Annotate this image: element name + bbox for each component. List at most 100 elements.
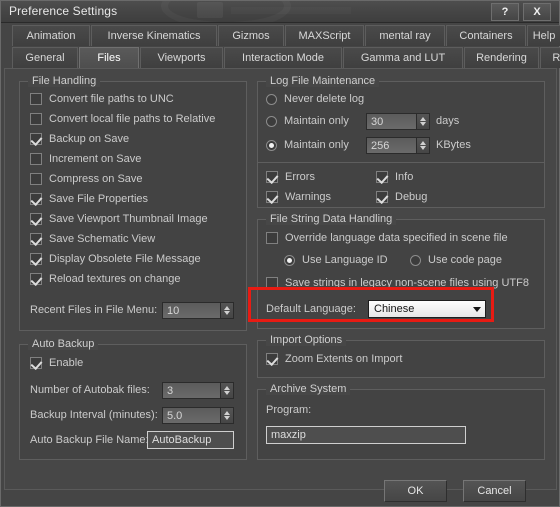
file-handling-checkbox-0[interactable] (30, 93, 42, 105)
log-check-debug[interactable]: Debug (376, 191, 427, 203)
close-button[interactable]: X (523, 3, 551, 21)
autobak-count-row: Number of Autobak files: (30, 384, 150, 396)
log-radio-days[interactable]: Maintain only (266, 115, 349, 127)
file-handling-checkbox-2[interactable] (30, 133, 42, 145)
backup-filename-input[interactable]: AutoBackup (147, 431, 234, 449)
log-check-info-label: Info (395, 171, 414, 183)
backup-interval-spinner[interactable]: 5.0 (162, 407, 234, 424)
default-language-row: Default Language: (266, 303, 356, 315)
tab-general[interactable]: General (12, 47, 78, 68)
auto-backup-enable-checkbox[interactable] (30, 357, 42, 369)
autobak-count-stepper[interactable] (221, 382, 234, 399)
log-check-debug-label: Debug (395, 191, 428, 203)
use-code-page-label: Use code page (428, 254, 502, 266)
file-handling-label-9: Reload textures on change (49, 273, 181, 285)
file-handling-checkbox-7[interactable] (30, 233, 42, 245)
cancel-button[interactable]: Cancel (463, 480, 526, 502)
tab-help[interactable]: Help (527, 25, 560, 46)
file-handling-row-2[interactable]: Backup on Save (30, 133, 129, 145)
file-handling-checkbox-8[interactable] (30, 253, 42, 265)
override-language-row[interactable]: Override language data specified in scen… (266, 232, 508, 244)
log-kbytes-spinner[interactable]: 256 (366, 137, 430, 154)
file-handling-row-7[interactable]: Save Schematic View (30, 233, 155, 245)
file-handling-checkbox-3[interactable] (30, 153, 42, 165)
file-handling-row-4[interactable]: Compress on Save (30, 173, 143, 185)
file-handling-checkbox-6[interactable] (30, 213, 42, 225)
file-handling-row-3[interactable]: Increment on Save (30, 153, 141, 165)
file-handling-row-0[interactable]: Convert file paths to UNC (30, 93, 174, 105)
log-check-info-input[interactable] (376, 171, 388, 183)
log-check-warnings-input[interactable] (266, 191, 278, 203)
recent-files-value[interactable]: 10 (162, 302, 221, 319)
file-handling-row-9[interactable]: Reload textures on change (30, 273, 180, 285)
tab-interaction-mode[interactable]: Interaction Mode (224, 47, 342, 68)
auto-backup-enable-row[interactable]: Enable (30, 357, 83, 369)
file-handling-row-6[interactable]: Save Viewport Thumbnail Image (30, 213, 208, 225)
log-radio-never-delete-input[interactable] (266, 93, 277, 105)
backup-interval-value[interactable]: 5.0 (162, 407, 221, 424)
tab-inverse-kinematics[interactable]: Inverse Kinematics (91, 25, 217, 46)
log-days-unit-label: days (436, 115, 460, 127)
file-handling-row-1[interactable]: Convert local file paths to Relative (30, 113, 215, 125)
recent-files-stepper[interactable] (221, 302, 234, 319)
chevron-down-icon[interactable] (469, 301, 485, 317)
file-handling-checkbox-9[interactable] (30, 273, 42, 285)
log-radio-kbytes-label: Maintain only (284, 139, 349, 151)
help-button[interactable]: ? (491, 3, 519, 21)
use-code-page-radio[interactable] (410, 254, 421, 266)
utf8-legacy-checkbox[interactable] (266, 277, 278, 289)
file-handling-label-0: Convert file paths to UNC (49, 93, 174, 105)
default-language-dropdown[interactable]: Chinese (368, 300, 486, 318)
log-kbytes-stepper[interactable] (417, 137, 430, 154)
file-handling-row-8[interactable]: Display Obsolete File Message (30, 253, 201, 265)
autobak-count-value[interactable]: 3 (162, 382, 221, 399)
log-radio-days-input[interactable] (266, 115, 277, 127)
tab-maxscript[interactable]: MAXScript (285, 25, 364, 46)
zoom-extents-checkbox[interactable] (266, 353, 278, 365)
log-radio-never-delete[interactable]: Never delete log (266, 93, 364, 105)
utf8-legacy-row[interactable]: Save strings in legacy non-scene files u… (266, 277, 529, 289)
tab-containers[interactable]: Containers (446, 25, 526, 46)
override-language-checkbox[interactable] (266, 232, 278, 244)
tab-gizmos[interactable]: Gizmos (218, 25, 284, 46)
tab-row-primary: Animation Inverse Kinematics Gizmos MAXScri… (4, 25, 560, 47)
log-radio-kbytes[interactable]: Maintain only (266, 139, 349, 151)
tab-viewports[interactable]: Viewports (140, 47, 223, 68)
use-language-id-row[interactable]: Use Language ID (284, 254, 388, 266)
file-handling-row-5[interactable]: Save File Properties (30, 193, 148, 205)
log-days-spinner[interactable]: 30 (366, 113, 430, 130)
file-handling-checkbox-5[interactable] (30, 193, 42, 205)
ok-button[interactable]: OK (384, 480, 447, 502)
log-check-errors[interactable]: Errors (266, 171, 315, 183)
tab-mental-ray[interactable]: mental ray (365, 25, 445, 46)
log-check-info[interactable]: Info (376, 171, 413, 183)
tab-animation[interactable]: Animation (12, 25, 90, 46)
log-check-errors-input[interactable] (266, 171, 278, 183)
recent-files-spinner[interactable]: 10 (162, 302, 234, 319)
archive-program-input[interactable]: maxzip (266, 426, 466, 444)
file-handling-checkbox-4[interactable] (30, 173, 42, 185)
tab-files[interactable]: Files (79, 47, 139, 68)
tab-gamma-and-lut[interactable]: Gamma and LUT (343, 47, 463, 68)
log-kbytes-value[interactable]: 256 (366, 137, 417, 154)
backup-interval-stepper[interactable] (221, 407, 234, 424)
tab-row-secondary: General Files Viewports Interaction Mode Gam… (4, 47, 560, 69)
log-days-value[interactable]: 30 (366, 113, 417, 130)
group-file-handling-title: File Handling (28, 75, 101, 87)
log-check-warnings[interactable]: Warnings (266, 191, 331, 203)
autobak-count-spinner[interactable]: 3 (162, 382, 234, 399)
zoom-extents-row[interactable]: Zoom Extents on Import (266, 353, 402, 365)
log-radio-never-delete-label: Never delete log (284, 93, 365, 105)
log-days-stepper[interactable] (417, 113, 430, 130)
use-code-page-row[interactable]: Use code page (410, 254, 502, 266)
log-check-debug-input[interactable] (376, 191, 388, 203)
tab-rendering[interactable]: Rendering (464, 47, 539, 68)
log-radio-kbytes-input[interactable] (266, 139, 277, 151)
file-handling-label-5: Save File Properties (49, 193, 149, 205)
use-language-id-radio[interactable] (284, 254, 295, 266)
group-log-file-maintenance: Log File Maintenance Never delete log Ma… (257, 75, 545, 208)
group-archive-system-title: Archive System (266, 383, 351, 395)
tab-radiosity[interactable]: Radiosity (540, 47, 560, 68)
auto-backup-enable-label: Enable (49, 357, 84, 369)
file-handling-checkbox-1[interactable] (30, 113, 42, 125)
